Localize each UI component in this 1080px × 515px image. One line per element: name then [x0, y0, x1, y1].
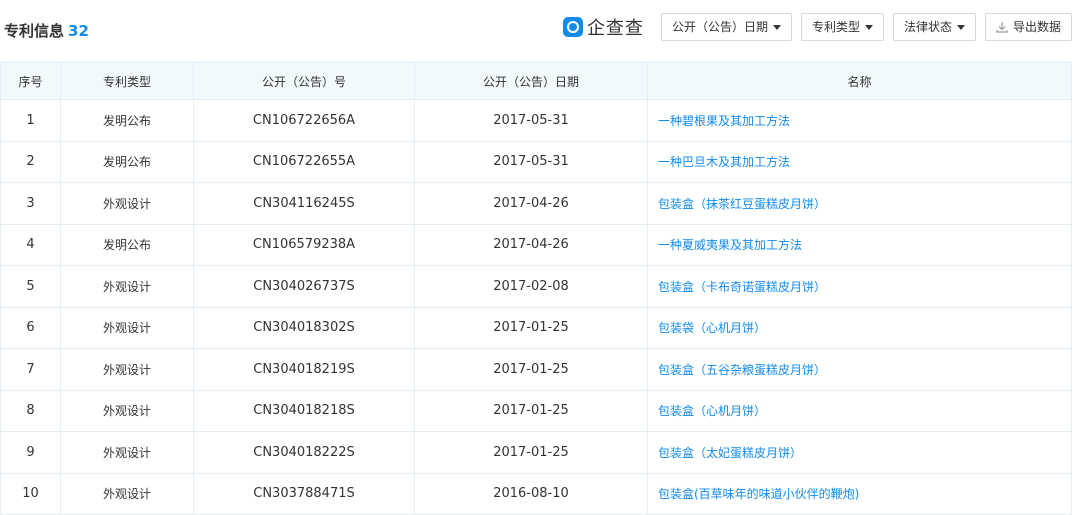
- table-row: 8 外观设计 CN304018218S 2017-01-25 包装盒（心机月饼）: [0, 389, 1072, 432]
- column-header-number: 公开（公告）号: [193, 62, 415, 100]
- row-index: 4: [0, 223, 61, 266]
- row-date: 2017-05-31: [414, 99, 648, 142]
- brand: 企查查: [562, 14, 644, 40]
- row-type: 外观设计: [60, 431, 194, 474]
- download-icon: [996, 22, 1008, 33]
- row-index: 2: [0, 140, 61, 183]
- export-label: 导出数据: [1012, 20, 1061, 34]
- filter-legal-status-dropdown[interactable]: 法律状态: [892, 13, 976, 41]
- row-name-cell: 一种碧根果及其加工方法: [647, 99, 1072, 142]
- row-date: 2017-04-26: [414, 223, 648, 266]
- row-index: 7: [0, 348, 61, 391]
- row-number: CN106722655A: [193, 140, 415, 183]
- row-type: 外观设计: [60, 389, 194, 432]
- row-number: CN304018302S: [193, 306, 415, 349]
- row-date: 2017-02-08: [414, 265, 648, 308]
- column-header-name: 名称: [647, 62, 1072, 100]
- row-number: CN304116245S: [193, 182, 415, 225]
- row-type: 外观设计: [60, 348, 194, 391]
- row-type: 发明公布: [60, 223, 194, 266]
- patent-name-link[interactable]: 包装盒(百草味年的味道小伙伴的鞭炮): [658, 487, 859, 501]
- table-row: 6 外观设计 CN304018302S 2017-01-25 包装袋（心机月饼）: [0, 306, 1072, 349]
- patent-name-link[interactable]: 一种夏威夷果及其加工方法: [658, 238, 802, 252]
- table-header-row: 序号 专利类型 公开（公告）号 公开（公告）日期 名称: [0, 62, 1072, 100]
- patent-name-link[interactable]: 包装盒（心机月饼）: [658, 404, 766, 418]
- row-type: 外观设计: [60, 306, 194, 349]
- filter-label: 公开（公告）日期: [671, 20, 768, 34]
- table-row: 7 外观设计 CN304018219S 2017-01-25 包装盒（五谷杂粮蛋…: [0, 348, 1072, 391]
- table-row: 10 外观设计 CN303788471S 2016-08-10 包装盒(百草味年…: [0, 472, 1072, 515]
- patent-name-link[interactable]: 包装袋（心机月饼）: [658, 321, 766, 335]
- row-number: CN304018219S: [193, 348, 415, 391]
- title-text: 专利信息: [4, 22, 65, 40]
- row-name-cell: 包装盒（五谷杂粮蛋糕皮月饼）: [647, 348, 1072, 391]
- row-name-cell: 包装盒（太妃蛋糕皮月饼）: [647, 431, 1072, 474]
- caret-down-icon: [864, 25, 873, 30]
- patent-name-link[interactable]: 包装盒（卡布奇诺蛋糕皮月饼）: [658, 280, 826, 294]
- row-name-cell: 一种巴旦木及其加工方法: [647, 140, 1072, 183]
- row-name-cell: 包装盒(百草味年的味道小伙伴的鞭炮): [647, 472, 1072, 515]
- row-number: CN304026737S: [193, 265, 415, 308]
- patent-name-link[interactable]: 包装盒（抹茶红豆蛋糕皮月饼）: [658, 197, 826, 211]
- row-number: CN304018218S: [193, 389, 415, 432]
- row-index: 5: [0, 265, 61, 308]
- filter-publish-date-dropdown[interactable]: 公开（公告）日期: [660, 13, 792, 41]
- row-type: 发明公布: [60, 140, 194, 183]
- row-index: 1: [0, 99, 61, 142]
- caret-down-icon: [956, 25, 965, 30]
- row-type: 外观设计: [60, 472, 194, 515]
- row-index: 6: [0, 306, 61, 349]
- row-name-cell: 包装盒（心机月饼）: [647, 389, 1072, 432]
- row-name-cell: 包装盒（卡布奇诺蛋糕皮月饼）: [647, 265, 1072, 308]
- row-index: 3: [0, 182, 61, 225]
- table-row: 2 发明公布 CN106722655A 2017-05-31 一种巴旦木及其加工…: [0, 140, 1072, 183]
- row-type: 发明公布: [60, 99, 194, 142]
- page-title: 专利信息 32: [4, 20, 89, 41]
- row-date: 2017-05-31: [414, 140, 648, 183]
- table-row: 5 外观设计 CN304026737S 2017-02-08 包装盒（卡布奇诺蛋…: [0, 265, 1072, 308]
- section-header: 专利信息 32 企查查 公开（公告）日期 专利类型 法律状态 导出数据: [0, 0, 1080, 62]
- row-number: CN303788471S: [193, 472, 415, 515]
- patent-table: 序号 专利类型 公开（公告）号 公开（公告）日期 名称 1 发明公布 CN106…: [0, 62, 1072, 515]
- row-date: 2016-08-10: [414, 472, 648, 515]
- filter-label: 专利类型: [811, 20, 860, 34]
- row-number: CN106579238A: [193, 223, 415, 266]
- row-name-cell: 包装袋（心机月饼）: [647, 306, 1072, 349]
- filter-patent-type-dropdown[interactable]: 专利类型: [800, 13, 884, 41]
- row-type: 外观设计: [60, 182, 194, 225]
- patent-count: 32: [68, 22, 89, 40]
- row-date: 2017-01-25: [414, 306, 648, 349]
- column-header-date: 公开（公告）日期: [414, 62, 648, 100]
- caret-down-icon: [772, 25, 781, 30]
- patent-name-link[interactable]: 包装盒（太妃蛋糕皮月饼）: [658, 446, 802, 460]
- column-header-type: 专利类型: [60, 62, 194, 100]
- table-row: 9 外观设计 CN304018222S 2017-01-25 包装盒（太妃蛋糕皮…: [0, 431, 1072, 474]
- row-name-cell: 一种夏威夷果及其加工方法: [647, 223, 1072, 266]
- row-number: CN304018222S: [193, 431, 415, 474]
- row-date: 2017-01-25: [414, 389, 648, 432]
- table-row: 3 外观设计 CN304116245S 2017-04-26 包装盒（抹茶红豆蛋…: [0, 182, 1072, 225]
- row-number: CN106722656A: [193, 99, 415, 142]
- brand-name: 企查查: [586, 18, 644, 39]
- row-index: 10: [0, 472, 61, 515]
- export-data-button[interactable]: 导出数据: [984, 13, 1072, 41]
- qichacha-logo-icon: [562, 17, 583, 37]
- patent-name-link[interactable]: 一种碧根果及其加工方法: [658, 114, 790, 128]
- row-index: 9: [0, 431, 61, 474]
- row-date: 2017-01-25: [414, 431, 648, 474]
- table-row: 4 发明公布 CN106579238A 2017-04-26 一种夏威夷果及其加…: [0, 223, 1072, 266]
- table-row: 1 发明公布 CN106722656A 2017-05-31 一种碧根果及其加工…: [0, 99, 1072, 142]
- toolbar: 企查查 公开（公告）日期 专利类型 法律状态 导出数据: [562, 13, 1072, 41]
- row-date: 2017-01-25: [414, 348, 648, 391]
- column-header-index: 序号: [0, 62, 61, 100]
- patent-name-link[interactable]: 包装盒（五谷杂粮蛋糕皮月饼）: [658, 363, 826, 377]
- filter-label: 法律状态: [903, 20, 952, 34]
- row-index: 8: [0, 389, 61, 432]
- row-date: 2017-04-26: [414, 182, 648, 225]
- row-type: 外观设计: [60, 265, 194, 308]
- row-name-cell: 包装盒（抹茶红豆蛋糕皮月饼）: [647, 182, 1072, 225]
- patent-name-link[interactable]: 一种巴旦木及其加工方法: [658, 155, 790, 169]
